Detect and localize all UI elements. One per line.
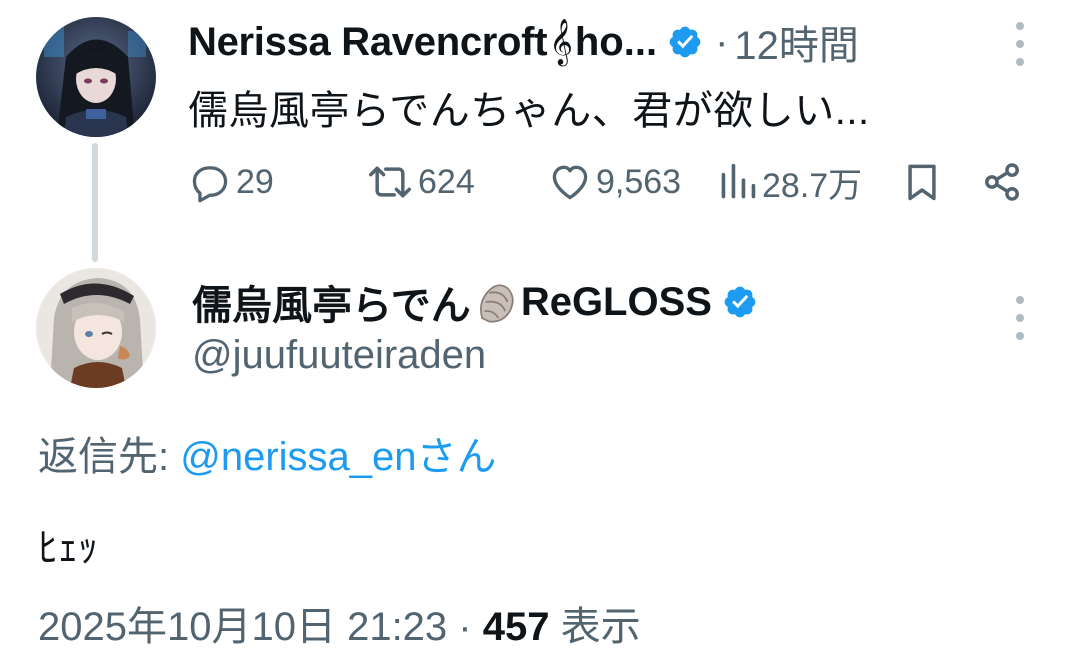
share-button[interactable] bbox=[980, 152, 1024, 212]
reply-count: 29 bbox=[236, 162, 274, 201]
avatar-nerissa[interactable] bbox=[36, 17, 156, 137]
separator-dot: · bbox=[447, 605, 483, 649]
views-icon bbox=[721, 163, 756, 199]
treble-clef-icon: 𝄞 bbox=[549, 19, 573, 64]
mention-link[interactable]: @nerissa_enさん bbox=[180, 435, 496, 479]
like-count: 9,563 bbox=[596, 162, 682, 201]
avatar-image bbox=[36, 17, 156, 137]
verified-badge-icon bbox=[667, 24, 703, 60]
tweet-views-label: 表示 bbox=[549, 605, 641, 649]
tweet-thread: Nerissa Ravencroft 𝄞 ho... · 12時間 儒烏風亭らで… bbox=[0, 0, 1080, 665]
retweet-count: 624 bbox=[418, 162, 475, 201]
reply-tweet-text: ﾋｪｯ bbox=[38, 526, 98, 570]
replying-to-label: 返信先: bbox=[38, 435, 181, 479]
bookmark-icon bbox=[908, 164, 936, 201]
views-count: 28.7万 bbox=[762, 166, 863, 205]
thread-connector-line bbox=[92, 143, 98, 262]
tweet-timestamp[interactable]: 2025年10月10日 21:23 bbox=[38, 605, 447, 649]
shell-emoji-icon bbox=[473, 279, 519, 325]
action-bar: 29 624 9,563 28.7万 bbox=[188, 152, 1028, 212]
verified-badge-icon bbox=[722, 284, 758, 320]
parent-tweet-text: 儒烏風亭らでんちゃん、君が欲しい... bbox=[188, 89, 870, 133]
parent-display-name-suffix[interactable]: ho... bbox=[575, 20, 657, 65]
parent-display-name[interactable]: Nerissa Ravencroft bbox=[188, 20, 548, 65]
more-icon[interactable] bbox=[1014, 296, 1026, 340]
views-button[interactable]: 28.7万 bbox=[718, 152, 862, 212]
parent-timestamp[interactable]: 12時間 bbox=[734, 13, 859, 71]
more-icon[interactable] bbox=[1014, 22, 1026, 66]
parent-tweet-header: Nerissa Ravencroft 𝄞 ho... · 12時間 bbox=[188, 18, 859, 69]
reply-handle[interactable]: @juufuuteiraden bbox=[192, 333, 486, 378]
avatar-raden[interactable] bbox=[36, 268, 156, 388]
like-icon bbox=[552, 165, 588, 200]
reply-button[interactable]: 29 bbox=[188, 152, 274, 212]
separator-dot: · bbox=[715, 19, 729, 64]
share-icon bbox=[985, 163, 1019, 201]
replying-to: 返信先: @nerissa_enさん bbox=[38, 424, 497, 482]
reply-tweet-header: 儒烏風亭らでん ReGLOSS bbox=[192, 276, 758, 328]
bookmark-button[interactable] bbox=[900, 152, 944, 212]
tweet-views-count: 457 bbox=[482, 605, 550, 649]
avatar-image bbox=[36, 268, 156, 388]
like-button[interactable]: 9,563 bbox=[548, 152, 681, 212]
reply-icon bbox=[192, 166, 228, 203]
reply-display-name-suffix[interactable]: ReGLOSS bbox=[521, 280, 712, 325]
tweet-meta: 2025年10月10日 21:23 · 457 表示 bbox=[38, 594, 641, 652]
retweet-button[interactable]: 624 bbox=[366, 152, 475, 212]
retweet-icon bbox=[369, 166, 411, 198]
reply-display-name[interactable]: 儒烏風亭らでん bbox=[192, 273, 471, 331]
